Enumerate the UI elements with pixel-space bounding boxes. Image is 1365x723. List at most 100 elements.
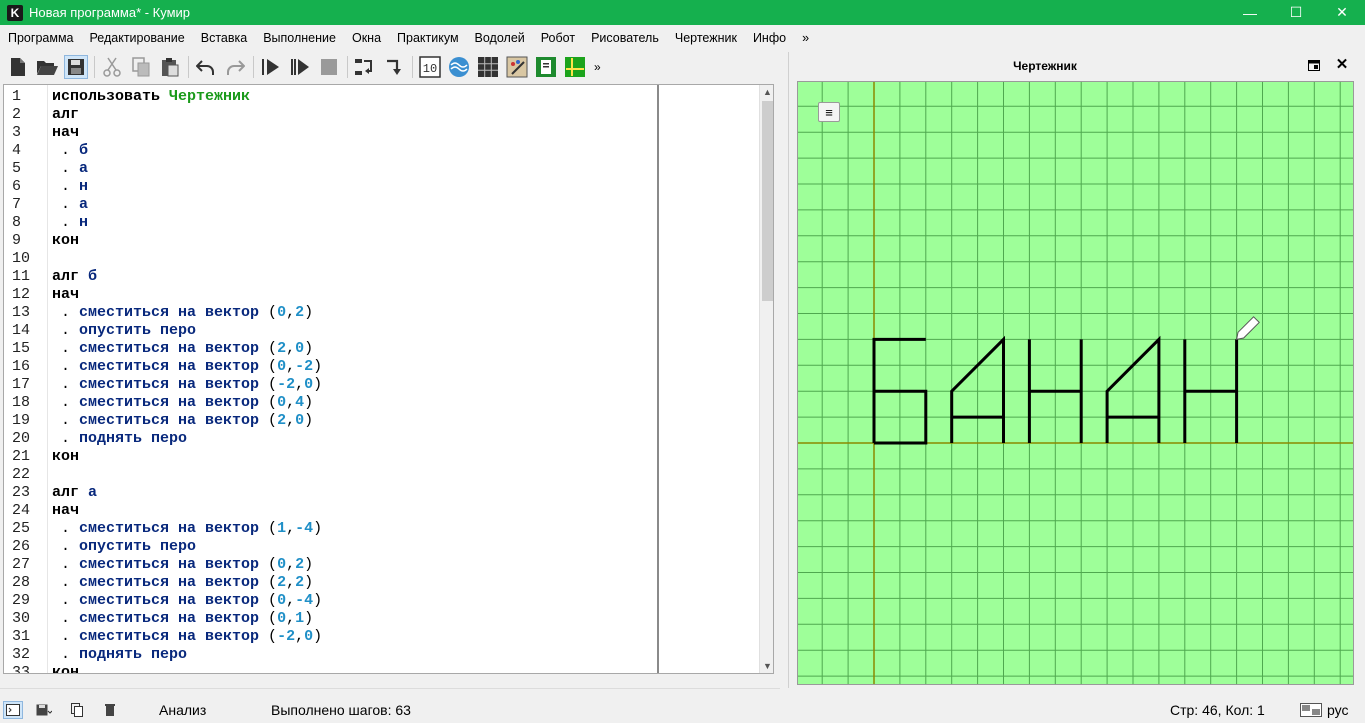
code-token: . bbox=[52, 178, 80, 195]
code-line[interactable]: . сместиться на вектор (-2,0) bbox=[52, 376, 322, 394]
menu-waterer[interactable]: Водолей bbox=[467, 31, 533, 45]
code-line[interactable]: кон bbox=[52, 232, 79, 250]
code-token: . bbox=[52, 340, 80, 357]
line-number: 15 bbox=[12, 340, 31, 357]
menu-robot[interactable]: Робот bbox=[533, 31, 583, 45]
run-step-icon[interactable] bbox=[288, 55, 312, 79]
dock-icon[interactable] bbox=[1307, 58, 1321, 72]
code-line[interactable]: алг bbox=[52, 106, 79, 124]
code-line[interactable]: . сместиться на вектор (2,0) bbox=[52, 340, 313, 358]
menu-practicum[interactable]: Практикум bbox=[389, 31, 467, 45]
step-over-icon[interactable] bbox=[353, 55, 377, 79]
code-line[interactable]: . сместиться на вектор (0,2) bbox=[52, 556, 313, 574]
line-number: 11 bbox=[12, 268, 31, 285]
canvas-menu-icon[interactable]: ≡ bbox=[818, 102, 840, 122]
code-line[interactable]: . сместиться на вектор (0,-4) bbox=[52, 592, 322, 610]
toolbar-more-button[interactable]: » bbox=[594, 60, 601, 74]
run-icon[interactable] bbox=[259, 55, 283, 79]
code-token: 0 bbox=[277, 610, 287, 627]
open-folder-icon[interactable] bbox=[35, 55, 59, 79]
drawer-canvas[interactable]: ≡ bbox=[797, 81, 1354, 685]
code-token: . bbox=[52, 214, 80, 231]
redo-icon[interactable] bbox=[223, 55, 247, 79]
code-line[interactable]: нач bbox=[52, 286, 79, 304]
code-line[interactable]: . н bbox=[52, 178, 88, 196]
code-line[interactable]: нач bbox=[52, 124, 79, 142]
menu-windows[interactable]: Окна bbox=[344, 31, 389, 45]
code-text-area[interactable]: использовать Чертежник алг нач . б . а . н… bbox=[48, 85, 659, 673]
menu-run[interactable]: Выполнение bbox=[255, 31, 344, 45]
drawer-drawing bbox=[798, 82, 1353, 684]
code-editor[interactable]: 1 2 3 4 5 6 7 8 9 10 11 12 13 14 15 16 17 18 19 20 21 22 23 24 2… bbox=[3, 84, 774, 674]
code-line[interactable]: . опустить перо bbox=[52, 322, 196, 340]
code-line[interactable]: . б bbox=[52, 142, 88, 160]
code-line[interactable]: . сместиться на вектор (0,4) bbox=[52, 394, 313, 412]
code-line[interactable]: . сместиться на вектор (0,-2) bbox=[52, 358, 322, 376]
code-line[interactable]: . сместиться на вектор (0,2) bbox=[52, 304, 313, 322]
code-line[interactable]: . а bbox=[52, 196, 88, 214]
code-line[interactable]: нач bbox=[52, 502, 79, 520]
menu-program[interactable]: Программа bbox=[0, 31, 82, 45]
code-line[interactable]: алг б bbox=[52, 268, 97, 286]
code-line[interactable]: . а bbox=[52, 160, 88, 178]
code-token: 4 bbox=[295, 394, 305, 411]
menu-bar: Программа Редактирование Вставка Выполне… bbox=[0, 25, 1365, 50]
menu-insert[interactable]: Вставка bbox=[193, 31, 255, 45]
code-line[interactable]: . н bbox=[52, 214, 88, 232]
cut-icon[interactable] bbox=[100, 55, 124, 79]
code-line[interactable]: . сместиться на вектор (2,2) bbox=[52, 574, 313, 592]
counter-icon[interactable]: 10 bbox=[418, 55, 442, 79]
language-indicator[interactable]: рус bbox=[1327, 702, 1348, 718]
drawer-close-button[interactable]: ✕ bbox=[1334, 56, 1350, 73]
menu-info[interactable]: Инфо bbox=[745, 31, 794, 45]
robot-icon[interactable] bbox=[476, 55, 500, 79]
drawer-icon[interactable] bbox=[563, 55, 587, 79]
code-line[interactable]: . опустить перо bbox=[52, 538, 196, 556]
menu-drawer[interactable]: Чертежник bbox=[667, 31, 745, 45]
code-line[interactable]: . поднять перо bbox=[52, 646, 187, 664]
close-window-button[interactable]: ✕ bbox=[1319, 0, 1365, 25]
code-line[interactable]: использовать Чертежник bbox=[52, 88, 250, 106]
editor-vertical-scrollbar[interactable]: ▲ ▼ bbox=[759, 85, 773, 673]
code-line[interactable]: алг а bbox=[52, 484, 97, 502]
terminal-icon[interactable] bbox=[3, 701, 23, 719]
undo-icon[interactable] bbox=[194, 55, 218, 79]
code-line[interactable]: . сместиться на вектор (2,0) bbox=[52, 412, 313, 430]
code-line[interactable]: кон bbox=[52, 664, 79, 673]
code-token: , bbox=[286, 610, 296, 627]
copy-icon[interactable] bbox=[129, 55, 153, 79]
paste-icon[interactable] bbox=[158, 55, 182, 79]
painter-icon[interactable] bbox=[505, 55, 529, 79]
code-token: сместиться на вектор bbox=[79, 412, 269, 429]
scroll-up-icon[interactable]: ▲ bbox=[760, 85, 773, 99]
code-line[interactable]: . сместиться на вектор (-2,0) bbox=[52, 628, 322, 646]
line-number: 14 bbox=[12, 322, 31, 339]
new-file-icon[interactable] bbox=[6, 55, 30, 79]
waterer-icon[interactable] bbox=[447, 55, 471, 79]
code-token: 0 bbox=[277, 394, 287, 411]
toolbar-separator bbox=[412, 56, 413, 78]
save-icon[interactable] bbox=[64, 55, 88, 79]
code-line[interactable]: . поднять перо bbox=[52, 430, 187, 448]
menu-painter[interactable]: Рисователь bbox=[583, 31, 667, 45]
line-number: 16 bbox=[12, 358, 31, 375]
scroll-down-icon[interactable]: ▼ bbox=[760, 659, 773, 673]
code-line[interactable]: . сместиться на вектор (0,1) bbox=[52, 610, 313, 628]
minimize-button[interactable]: — bbox=[1227, 0, 1273, 25]
code-line[interactable]: кон bbox=[52, 448, 79, 466]
menu-more[interactable]: » bbox=[794, 31, 817, 45]
stop-icon[interactable] bbox=[317, 55, 341, 79]
maximize-button[interactable]: ☐ bbox=[1273, 0, 1319, 25]
clear-output-icon[interactable] bbox=[100, 701, 120, 719]
copy-output-icon[interactable] bbox=[69, 701, 89, 719]
scroll-thumb[interactable] bbox=[762, 101, 773, 301]
step-into-icon[interactable] bbox=[382, 55, 406, 79]
save-output-icon[interactable] bbox=[34, 701, 54, 719]
book-icon[interactable] bbox=[534, 55, 558, 79]
code-token: -2 bbox=[277, 376, 296, 393]
code-token: сместиться на вектор bbox=[79, 520, 269, 537]
code-line[interactable]: . сместиться на вектор (1,-4) bbox=[52, 520, 322, 538]
code-token: сместиться на вектор bbox=[79, 358, 269, 375]
code-token: . bbox=[52, 592, 80, 609]
menu-edit[interactable]: Редактирование bbox=[82, 31, 193, 45]
